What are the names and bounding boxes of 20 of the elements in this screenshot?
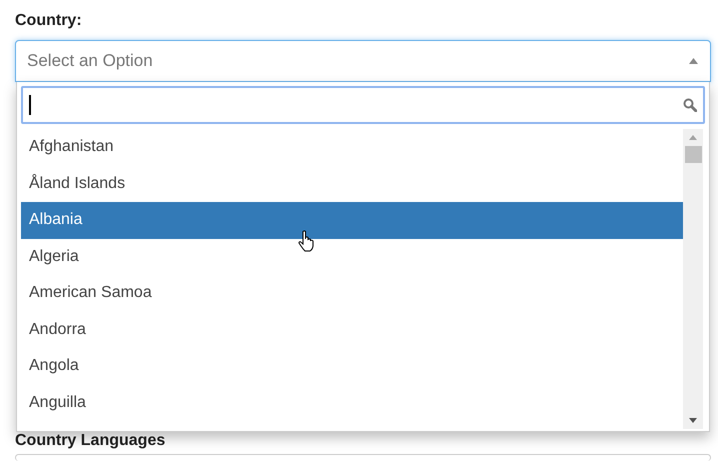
- scroll-up-icon[interactable]: [689, 135, 697, 140]
- scroll-down-icon[interactable]: [689, 418, 697, 423]
- option-item[interactable]: Åland Islands: [21, 166, 683, 202]
- scroll-thumb[interactable]: [684, 146, 702, 163]
- field-label: Country:: [15, 11, 83, 31]
- option-item[interactable]: Angola: [21, 348, 683, 384]
- hand-pointer-icon: [298, 230, 315, 252]
- caret-icon: [689, 58, 698, 64]
- option-item[interactable]: Algeria: [21, 238, 683, 275]
- option-item[interactable]: American Samoa: [21, 275, 683, 312]
- search-field[interactable]: [21, 86, 705, 124]
- option-item[interactable]: Anguilla: [21, 384, 683, 421]
- option-item[interactable]: Andorra: [21, 312, 683, 348]
- scrollbar[interactable]: [683, 129, 703, 429]
- search-icon: [683, 98, 697, 112]
- option-item[interactable]: Afghanistan: [21, 129, 683, 166]
- field-label: Country Languages: [15, 432, 166, 450]
- languages-field[interactable]: [15, 454, 711, 461]
- option-item[interactable]: Albania: [21, 202, 683, 238]
- country-select[interactable]: Select an Option: [15, 40, 711, 82]
